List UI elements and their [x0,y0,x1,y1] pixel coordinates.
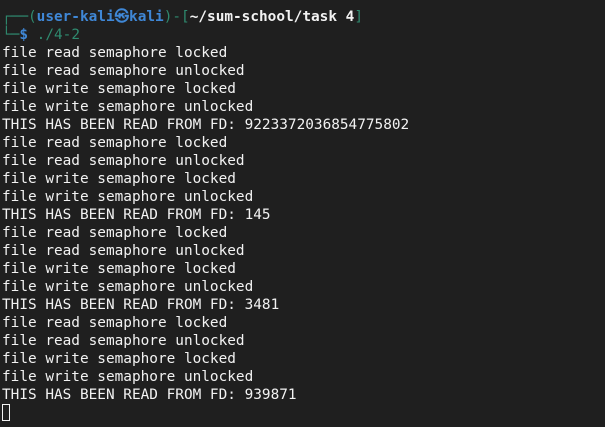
output-line: THIS HAS BEEN READ FROM FD: 922337203685… [2,117,410,133]
output-line: THIS HAS BEEN READ FROM FD: 145 [2,207,271,223]
prompt-frame-end: ] [354,9,363,25]
prompt-at-symbol: ㉿ [114,9,130,25]
prompt-dollar: $ [19,27,28,43]
prompt-command: ./4-2 [36,27,80,43]
output-line: file write semaphore locked [2,351,236,367]
output-line: file read semaphore unlocked [2,63,245,79]
output-line: file write semaphore unlocked [2,189,254,205]
terminal-window[interactable]: ┌──(user-kali㉿kali)-[~/sum-school/task 4… [0,0,605,427]
prompt-frame-top: ┌──( [2,9,37,25]
prompt-header-line: ┌──(user-kali㉿kali)-[~/sum-school/task 4… [2,8,605,26]
prompt-user: user-kali [36,9,115,25]
prompt-frame-bottom: └─ [2,27,20,43]
cursor-line[interactable] [2,404,605,422]
terminal-content: ┌──(user-kali㉿kali)-[~/sum-school/task 4… [2,8,605,422]
prompt-host: kali [129,9,164,25]
output-line: file write semaphore unlocked [2,369,254,385]
output-line: file read semaphore unlocked [2,243,245,259]
output-line: file read semaphore locked [2,45,228,61]
output-line: file write semaphore unlocked [2,279,254,295]
prompt-command-line: └─$ ./4-2 [2,26,605,44]
output-line: file write semaphore unlocked [2,99,254,115]
output-line: THIS HAS BEEN READ FROM FD: 3481 [2,297,280,313]
output-line: file read semaphore locked [2,315,228,331]
output-line: file read semaphore unlocked [2,153,245,169]
output-line: file read semaphore locked [2,225,228,241]
prompt-directory: ~/sum-school/task 4 [189,9,355,25]
output-line: THIS HAS BEEN READ FROM FD: 939871 [2,387,297,403]
prompt-frame-mid: )-[ [163,9,190,25]
terminal-cursor[interactable] [2,404,10,421]
output-line: file write semaphore locked [2,171,236,187]
output-line: file write semaphore locked [2,81,236,97]
output-line: file read semaphore locked [2,135,228,151]
output-line: file write semaphore locked [2,261,236,277]
output-line: file read semaphore unlocked [2,333,245,349]
